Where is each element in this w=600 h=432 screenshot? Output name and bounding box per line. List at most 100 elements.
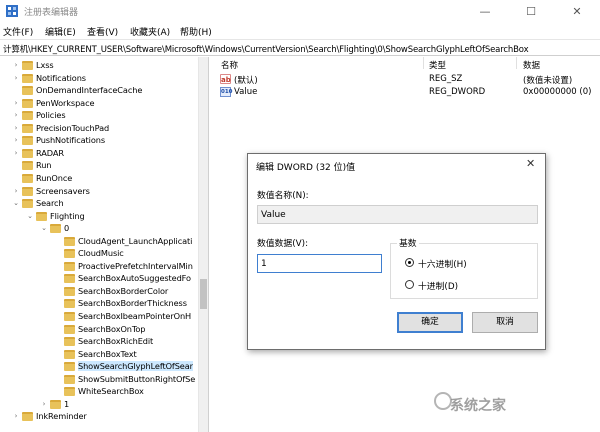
cancel-button[interactable]: 取消 xyxy=(472,312,538,333)
tree-item[interactable]: CloudMusic xyxy=(0,247,198,260)
value-row[interactable]: 010 Value REG_DWORD 0x00000000 (0) xyxy=(214,87,600,99)
expand-chevron-icon[interactable]: › xyxy=(12,61,20,69)
expand-chevron-icon[interactable]: › xyxy=(12,136,20,144)
tree-item-label: PushNotifications xyxy=(36,135,105,146)
tree-item[interactable]: › Screensavers xyxy=(0,185,198,198)
tree-item[interactable]: OnDemandInterfaceCache xyxy=(0,84,198,97)
tree-item[interactable]: › Notifications xyxy=(0,72,198,85)
menu-favorites[interactable]: 收藏夹(A) xyxy=(130,25,170,38)
tree-item[interactable]: ShowSubmitButtonRightOfSe xyxy=(0,373,198,386)
folder-icon xyxy=(50,399,61,409)
folder-icon xyxy=(22,136,33,146)
column-header-type[interactable]: 类型 xyxy=(429,59,446,71)
key-tree-pane: › Lxss › Notifications OnDemandInterfaceCach… xyxy=(0,57,209,432)
tree-item-label: SearchBoxRichEdit xyxy=(78,336,154,347)
tree-item-label: SearchBoxText xyxy=(78,348,137,359)
value-row[interactable]: ab (默认) REG_SZ (数值未设置) xyxy=(214,74,600,86)
hex-radio[interactable] xyxy=(405,258,414,267)
folder-icon xyxy=(64,274,75,284)
regedit-app-icon xyxy=(6,5,18,17)
expand-chevron-icon[interactable]: › xyxy=(12,111,20,119)
tree-item[interactable]: Run xyxy=(0,159,198,172)
expand-chevron-icon[interactable]: › xyxy=(12,149,20,157)
tree-item[interactable]: WhiteSearchBox xyxy=(0,385,198,398)
expand-chevron-icon[interactable]: › xyxy=(12,187,20,195)
tree-item[interactable]: › Policies xyxy=(0,109,198,122)
menu-help[interactable]: 帮助(H) xyxy=(180,25,212,38)
expand-chevron-icon[interactable]: › xyxy=(40,400,48,408)
tree-item[interactable]: › 1 xyxy=(0,398,198,411)
tree-item-label: ShowSearchGlyphLeftOfSear xyxy=(78,361,193,372)
decimal-radio-label[interactable]: 十进制(D) xyxy=(418,279,458,292)
tree-item[interactable]: › PenWorkspace xyxy=(0,97,198,110)
collapse-chevron-icon[interactable]: ⌄ xyxy=(12,199,20,207)
tree-item[interactable]: ⌄ Flighting xyxy=(0,210,198,223)
tree-item[interactable]: SearchBoxText xyxy=(0,348,198,361)
tree-item[interactable]: RunOnce xyxy=(0,172,198,185)
folder-icon xyxy=(64,362,75,372)
column-separator[interactable] xyxy=(423,57,424,69)
tree-item[interactable]: › InkReminder xyxy=(0,410,198,423)
folder-icon xyxy=(50,224,61,234)
tree-item-label: SearchBoxBorderThickness xyxy=(78,298,187,309)
dialog-close-icon[interactable]: ✕ xyxy=(526,157,535,170)
tree-item[interactable]: SearchBoxIbeamPointerOnH xyxy=(0,310,198,323)
value-data: 0x00000000 (0) xyxy=(523,87,592,97)
folder-icon xyxy=(22,98,33,108)
column-header-data[interactable]: 数据 xyxy=(523,59,540,71)
tree-item[interactable]: ProactivePrefetchIntervalMin xyxy=(0,260,198,273)
tree-vertical-scrollbar[interactable] xyxy=(198,57,208,432)
folder-icon xyxy=(22,61,33,70)
folder-icon xyxy=(22,73,33,83)
expand-chevron-icon[interactable]: › xyxy=(12,99,20,107)
column-header-name[interactable]: 名称 xyxy=(221,59,238,71)
menu-file[interactable]: 文件(F) xyxy=(3,25,33,38)
folder-icon xyxy=(64,349,75,359)
tree-item[interactable]: SearchBoxBorderColor xyxy=(0,285,198,298)
hex-radio-label[interactable]: 十六进制(H) xyxy=(418,257,467,270)
tree-scrollbar-thumb[interactable] xyxy=(200,279,207,309)
tree-item[interactable]: › PushNotifications xyxy=(0,134,198,147)
tree-item[interactable]: SearchBoxRichEdit xyxy=(0,335,198,348)
value-data-field[interactable]: 1 xyxy=(257,254,382,273)
ok-button[interactable]: 确定 xyxy=(397,312,463,333)
tree-item-label: PrecisionTouchPad xyxy=(36,122,110,133)
address-path[interactable]: 计算机\HKEY_CURRENT_USER\Software\Microsoft… xyxy=(3,43,529,55)
expand-chevron-icon[interactable]: › xyxy=(12,412,20,420)
folder-icon xyxy=(64,249,75,259)
collapse-chevron-icon[interactable]: ⌄ xyxy=(40,224,48,232)
tree-item-label: Policies xyxy=(36,110,66,121)
address-bar[interactable]: 计算机\HKEY_CURRENT_USER\Software\Microsoft… xyxy=(0,39,600,56)
menu-edit[interactable]: 编辑(E) xyxy=(45,25,76,38)
tree-item[interactable]: ⌄ 0 xyxy=(0,222,198,235)
menu-view[interactable]: 查看(V) xyxy=(87,25,118,38)
value-name-field[interactable]: Value xyxy=(257,205,538,224)
column-separator[interactable] xyxy=(516,57,517,69)
folder-icon xyxy=(22,148,33,158)
value-name: (默认) xyxy=(234,76,258,86)
tree-item-label: Search xyxy=(36,198,64,209)
tree-item-label: Run xyxy=(36,160,52,171)
menu-bar: 文件(F) 编辑(E) 查看(V) 收藏夹(A) 帮助(H) xyxy=(0,22,600,39)
tree-item[interactable]: › Lxss xyxy=(0,59,198,72)
tree-item[interactable]: ShowSearchGlyphLeftOfSear xyxy=(0,360,198,373)
close-button[interactable]: ✕ xyxy=(554,0,600,22)
folder-icon xyxy=(22,412,33,422)
collapse-chevron-icon[interactable]: ⌄ xyxy=(26,212,34,220)
tree-item[interactable]: SearchBoxAutoSuggestedFo xyxy=(0,272,198,285)
tree-item[interactable]: SearchBoxBorderThickness xyxy=(0,297,198,310)
tree-item[interactable]: ⌄ Search xyxy=(0,197,198,210)
tree-item[interactable]: › RADAR xyxy=(0,147,198,160)
tree-item[interactable]: CloudAgent_LaunchApplicati xyxy=(0,235,198,248)
value-type: REG_SZ xyxy=(429,74,463,84)
decimal-radio[interactable] xyxy=(405,280,414,289)
tree-item[interactable]: › PrecisionTouchPad xyxy=(0,122,198,135)
expand-chevron-icon[interactable]: › xyxy=(12,74,20,82)
minimize-button[interactable]: — xyxy=(462,0,508,22)
tree-item-label: CloudAgent_LaunchApplicati xyxy=(78,235,193,246)
folder-icon xyxy=(22,186,33,196)
maximize-button[interactable]: ☐ xyxy=(508,0,554,22)
tree-item[interactable]: SearchBoxOnTop xyxy=(0,323,198,336)
folder-icon xyxy=(64,387,75,397)
expand-chevron-icon[interactable]: › xyxy=(12,124,20,132)
